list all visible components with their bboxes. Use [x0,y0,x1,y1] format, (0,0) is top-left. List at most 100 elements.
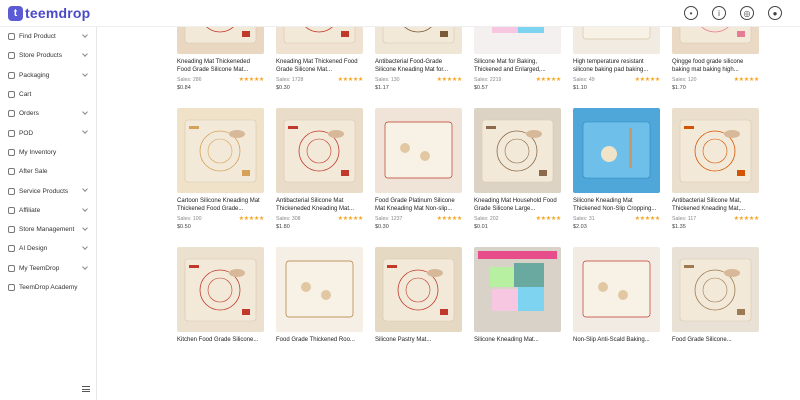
product-price: $1.10 [573,85,587,91]
product-card[interactable]: Silicone Kneading Mat Thickened Non-Slip… [573,108,660,247]
rating-stars-icon: ★★★★★ [535,77,562,83]
product-image[interactable] [573,247,660,332]
product-price: $0.57 [474,85,488,91]
chevron-down-icon[interactable] [82,51,88,58]
chevron-down-icon[interactable] [82,70,88,77]
product-title[interactable]: Food Grade Platinum Silicone Mat Kneadin… [375,197,462,213]
sidebar-item-label: Cart [19,91,32,99]
chevron-down-icon[interactable] [82,205,88,212]
product-title[interactable]: High temperature resistant silicone baki… [573,58,660,74]
product-card[interactable]: Food Grade Thickened Roo... [276,247,363,386]
chevron-down-icon[interactable] [82,128,88,135]
product-card[interactable]: Food Grade Silicone... [672,247,759,386]
chevron-down-icon[interactable] [82,186,88,193]
product-image[interactable] [177,108,264,193]
product-card[interactable]: Cartoon Silicone Kneading Mat Thickened … [177,108,264,247]
product-image[interactable] [276,247,363,332]
product-title[interactable]: Food Grade Thickened Roo... [276,336,363,352]
sidebar-item[interactable]: My TeemDrop [0,259,96,278]
product-title[interactable]: Silicone Kneading Mat Thickened Non-Slip… [573,197,660,213]
product-image[interactable] [177,247,264,332]
product-card[interactable]: Antibacterial Silicone Mat, Thickened Kn… [672,108,759,247]
product-title[interactable]: Silicone Mat for Baking, Thickened and E… [474,58,561,74]
product-title[interactable]: Antibacterial Food-Grade Silicone Kneadi… [375,58,462,74]
product-image[interactable] [672,27,759,54]
sidebar-item[interactable]: AI Design [0,239,96,258]
rating-stars-icon: ★★★★★ [634,77,661,83]
product-card[interactable]: Antibacterial Food-Grade Silicone Kneadi… [375,27,462,108]
top-bar: t teemdrop • i ◎ ● [0,0,800,27]
bell-icon[interactable]: • [684,6,698,20]
product-image[interactable] [672,108,759,193]
product-image[interactable] [573,108,660,193]
product-title[interactable]: Cartoon Silicone Kneading Mat Thickened … [177,197,264,213]
sidebar-item[interactable]: Orders [0,104,96,123]
globe-icon[interactable]: ◎ [740,6,754,20]
product-image[interactable] [375,108,462,193]
product-card[interactable]: Kneading Mat Thickeneded Food Grade Sili… [177,27,264,108]
sidebar-item[interactable]: TeemDrop Academy [0,278,96,297]
sales-count: Sales: 286 [177,76,202,83]
product-meta: Sales: 286 ★★★★★ [177,76,264,84]
product-card[interactable]: Antibacterial Silicone Mat Thickeneded K… [276,108,363,247]
user-icon[interactable]: ● [768,6,782,20]
product-title[interactable]: Kneading Mat Household Food Grade Silico… [474,197,561,213]
sidebar-item[interactable]: Find Product [0,27,96,46]
sidebar-item[interactable]: After Sale [0,162,96,181]
product-card[interactable]: Silicone Kneading Mat... [474,247,561,386]
info-icon[interactable]: i [712,6,726,20]
chevron-down-icon[interactable] [82,32,88,38]
nav-icon [8,168,15,176]
product-image[interactable] [474,247,561,332]
sidebar-item[interactable]: Affiliate [0,201,96,220]
product-image[interactable] [474,27,561,54]
sidebar-item-label: Store Management [19,226,75,234]
product-image[interactable] [375,27,462,54]
product-title[interactable]: Silicone Pastry Mat... [375,336,462,352]
chevron-down-icon[interactable] [82,109,88,116]
product-title[interactable]: Non-Slip Anti-Scald Baking... [573,336,660,352]
product-title[interactable]: Qingge food grade silicone baking mat ba… [672,58,759,74]
nav-icon [8,284,15,291]
product-title[interactable]: Food Grade Silicone... [672,336,759,352]
product-card[interactable]: High temperature resistant silicone baki… [573,27,660,108]
product-card[interactable]: Kneading Mat Household Food Grade Silico… [474,108,561,247]
product-image[interactable] [474,108,561,193]
menu-icon[interactable] [82,386,90,392]
product-title[interactable]: Kneading Mat Thickened Food Grade Silico… [276,58,363,74]
product-title[interactable]: Antibacterial Silicone Mat, Thickened Kn… [672,197,759,213]
product-title[interactable]: Kitchen Food Grade Silicone... [177,336,264,352]
product-image[interactable] [276,108,363,193]
nav-icon [8,187,15,195]
chevron-down-icon[interactable] [82,225,88,231]
product-image[interactable] [177,27,264,54]
sidebar-item[interactable]: Store Products [0,46,96,65]
sidebar-item[interactable]: My Inventory [0,143,96,162]
sidebar-item-label: My Inventory [19,148,57,156]
product-title[interactable]: Silicone Kneading Mat... [474,336,561,352]
product-card[interactable]: Kitchen Food Grade Silicone... [177,247,264,386]
product-image[interactable] [276,27,363,54]
sidebar-item[interactable]: Packaging [0,66,96,85]
product-card[interactable]: Food Grade Platinum Silicone Mat Kneadin… [375,108,462,247]
logo-mark-icon: t [8,5,23,21]
sidebar-item[interactable]: Service Products [0,181,96,200]
product-card[interactable]: Non-Slip Anti-Scald Baking... [573,247,660,386]
chevron-down-icon[interactable] [82,244,88,251]
product-image[interactable] [672,247,759,332]
product-title[interactable]: Kneading Mat Thickeneded Food Grade Sili… [177,58,264,74]
sidebar-item[interactable]: Cart [0,85,96,104]
sidebar-item[interactable]: Store Management [0,220,96,239]
product-card[interactable]: Qingge food grade silicone baking mat ba… [672,27,759,108]
product-card[interactable]: Silicone Pastry Mat... [375,247,462,386]
chevron-down-icon[interactable] [82,263,88,270]
product-card[interactable]: Silicone Mat for Baking, Thickened and E… [474,27,561,108]
product-image[interactable] [573,27,660,54]
product-image[interactable] [375,247,462,332]
product-title[interactable]: Antibacterial Silicone Mat Thickeneded K… [276,197,363,213]
logo[interactable]: t teemdrop [8,5,90,21]
sidebar: Find Product Store Products Packaging Cart O… [0,27,97,400]
rating-stars-icon: ★★★★★ [436,216,463,222]
sidebar-item[interactable]: POD [0,123,96,142]
product-card[interactable]: Kneading Mat Thickened Food Grade Silico… [276,27,363,108]
